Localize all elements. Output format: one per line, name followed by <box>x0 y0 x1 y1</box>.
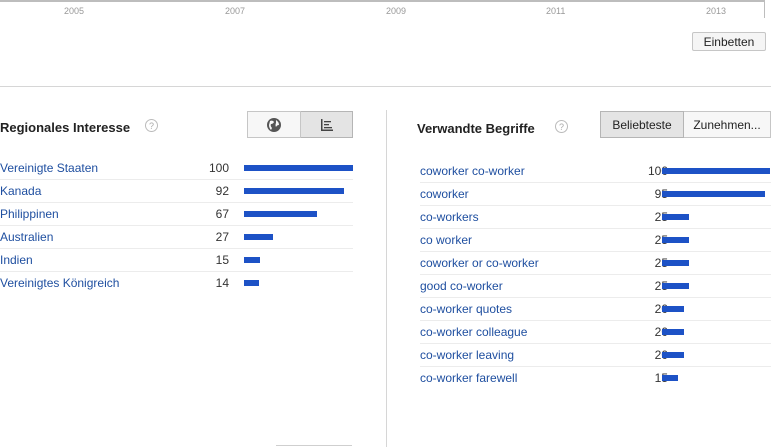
list-item[interactable]: co-worker leaving 20 <box>420 344 771 367</box>
term-name[interactable]: coworker co-worker <box>420 164 525 178</box>
value-bar <box>662 260 689 266</box>
list-item[interactable]: Philippinen 67 <box>0 203 353 226</box>
value-bar <box>662 237 689 243</box>
value-bar <box>662 375 678 381</box>
list-item[interactable]: Kanada 92 <box>0 180 353 203</box>
help-icon[interactable]: ? <box>555 120 568 133</box>
term-name[interactable]: co-workers <box>420 210 479 224</box>
column-divider <box>386 110 387 447</box>
value-bar <box>244 165 353 171</box>
value-bar <box>662 191 765 197</box>
regional-interest-title: Regionales Interesse <box>0 120 131 135</box>
region-name[interactable]: Kanada <box>0 184 41 198</box>
region-value: 67 <box>215 207 229 221</box>
region-name[interactable]: Vereinigtes Königreich <box>0 276 119 290</box>
term-name[interactable]: co worker <box>420 233 472 247</box>
list-item[interactable]: good co-worker 25 <box>420 275 771 298</box>
list-item[interactable]: co-workers 25 <box>420 206 771 229</box>
year-label: 2007 <box>225 6 246 16</box>
list-item[interactable]: Vereinigtes Königreich 14 <box>0 272 353 295</box>
region-name[interactable]: Vereinigte Staaten <box>0 161 98 175</box>
region-value: 92 <box>215 184 229 198</box>
region-name[interactable]: Australien <box>0 230 53 244</box>
list-view-button[interactable] <box>301 111 353 138</box>
timeline-axis: 2005 2007 2009 2011 2013 <box>0 0 771 22</box>
timeline-end-marker <box>764 0 765 18</box>
term-name[interactable]: coworker <box>420 187 469 201</box>
term-name[interactable]: co-worker farewell <box>420 371 517 385</box>
region-value: 100 <box>208 161 229 175</box>
list-item[interactable]: Indien 15 <box>0 249 353 272</box>
list-item[interactable]: co-worker farewell 15 <box>420 367 771 390</box>
value-bar <box>662 306 684 312</box>
region-value: 14 <box>215 276 229 290</box>
sort-toggle: Beliebteste Zunehmen... <box>600 111 771 138</box>
list-item[interactable]: coworker or co-worker 25 <box>420 252 771 275</box>
list-item[interactable]: Vereinigte Staaten 100 <box>0 157 353 180</box>
list-item[interactable]: co-worker colleague 20 <box>420 321 771 344</box>
related-terms-title: Verwandte Begriffe <box>417 121 535 136</box>
value-bar <box>244 188 344 194</box>
list-item[interactable]: coworker co-worker 100 <box>420 160 771 183</box>
term-name[interactable]: coworker or co-worker <box>420 256 539 270</box>
value-bar <box>662 352 684 358</box>
value-bar <box>662 168 770 174</box>
region-name[interactable]: Philippinen <box>0 207 59 221</box>
list-item[interactable]: co worker 25 <box>420 229 771 252</box>
view-toggle <box>247 111 353 138</box>
year-label: 2009 <box>386 6 407 16</box>
term-name[interactable]: good co-worker <box>420 279 503 293</box>
value-bar <box>244 280 259 286</box>
value-bar <box>244 211 317 217</box>
timeline-line <box>0 0 765 2</box>
list-icon <box>320 118 333 131</box>
tab-top[interactable]: Beliebteste <box>600 111 684 138</box>
year-label: 2011 <box>546 6 566 16</box>
list-item[interactable]: coworker 95 <box>420 183 771 206</box>
list-item[interactable]: Australien 27 <box>0 226 353 249</box>
section-divider <box>0 86 771 87</box>
year-label: 2013 <box>706 6 727 16</box>
help-icon[interactable]: ? <box>145 119 158 132</box>
region-value: 15 <box>215 253 229 267</box>
list-item[interactable]: co-worker quotes 20 <box>420 298 771 321</box>
region-value: 27 <box>215 230 229 244</box>
term-name[interactable]: co-worker leaving <box>420 348 514 362</box>
term-name[interactable]: co-worker quotes <box>420 302 512 316</box>
embed-button[interactable]: Einbetten <box>692 32 766 51</box>
value-bar <box>662 283 689 289</box>
value-bar <box>244 257 260 263</box>
region-name[interactable]: Indien <box>0 253 33 267</box>
tab-rising[interactable]: Zunehmen... <box>684 111 771 138</box>
map-view-button[interactable] <box>247 111 301 138</box>
value-bar <box>662 214 689 220</box>
value-bar <box>244 234 273 240</box>
term-name[interactable]: co-worker colleague <box>420 325 527 339</box>
globe-icon <box>267 117 281 132</box>
value-bar <box>662 329 684 335</box>
year-label: 2005 <box>64 6 85 16</box>
